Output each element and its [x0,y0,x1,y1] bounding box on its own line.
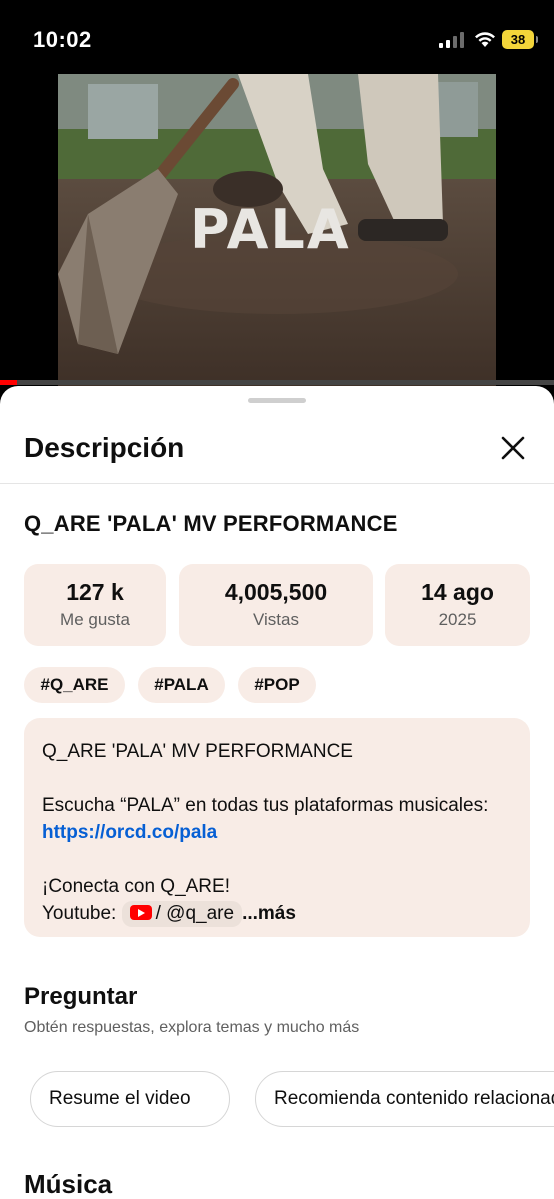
ask-chip-recommend[interactable]: Recomienda contenido relacionado [255,1071,554,1127]
stat-label: Me gusta [60,610,130,629]
hashtag-q-are[interactable]: #Q_ARE [24,667,125,703]
ask-section-subtitle: Obtén respuestas, explora temas y mucho … [24,1019,360,1036]
video-progress-fill [0,380,17,385]
video-progress-bar[interactable] [0,380,554,385]
divider [0,483,554,484]
youtube-label: Youtube: [42,903,117,924]
youtube-handle: / @q_are [155,902,235,924]
stat-value: 127 k [66,579,124,605]
status-time: 10:02 [33,27,92,52]
ask-section-title: Preguntar [24,983,138,1010]
status-bar: 10:02 38 [0,0,554,74]
hashtag-pop[interactable]: #POP [238,667,316,703]
description-line: Youtube: / @q_are ...más [42,900,512,927]
youtube-channel-chip[interactable]: / @q_are [121,900,243,927]
stat-views: 4,005,500 Vistas [179,564,373,646]
description-line: Q_ARE 'PALA' MV PERFORMANCE [42,741,353,762]
wifi-icon [475,32,495,47]
description-line: Escucha “PALA” en todas tus plataformas … [42,792,512,846]
cellular-signal-icon [439,32,464,48]
description-link[interactable]: https://orcd.co/pala [42,822,217,843]
show-more-button[interactable]: ...más [242,903,296,924]
video-player[interactable]: PALA [0,74,554,386]
description-line: ¡Conecta con Q_ARE! [42,876,230,897]
stat-label: 2025 [438,610,477,629]
stat-date: 14 ago 2025 [385,564,530,646]
description-sheet: Descripción Q_ARE 'PALA' MV PERFORMANCE … [0,386,554,1199]
stat-value: 14 ago [421,579,494,605]
battery-icon: 38 [502,30,538,49]
hashtag-pala[interactable]: #PALA [138,667,225,703]
description-text: Escucha “PALA” en todas tus plataformas … [42,795,489,816]
sheet-title: Descripción [24,432,185,463]
close-icon[interactable] [498,433,528,463]
sheet-drag-handle[interactable] [248,398,306,403]
stat-value: 4,005,500 [224,579,328,605]
music-section-title: Música [24,1169,113,1199]
video-overlay-title: PALA [190,198,351,261]
ask-chip-summarize[interactable]: Resume el video [30,1071,230,1127]
video-title: Q_ARE 'PALA' MV PERFORMANCE [24,511,398,536]
description-box: Q_ARE 'PALA' MV PERFORMANCE Escucha “PAL… [24,718,530,937]
stat-label: Vistas [253,610,299,629]
youtube-icon [129,904,152,920]
stat-likes: 127 k Me gusta [24,564,166,646]
